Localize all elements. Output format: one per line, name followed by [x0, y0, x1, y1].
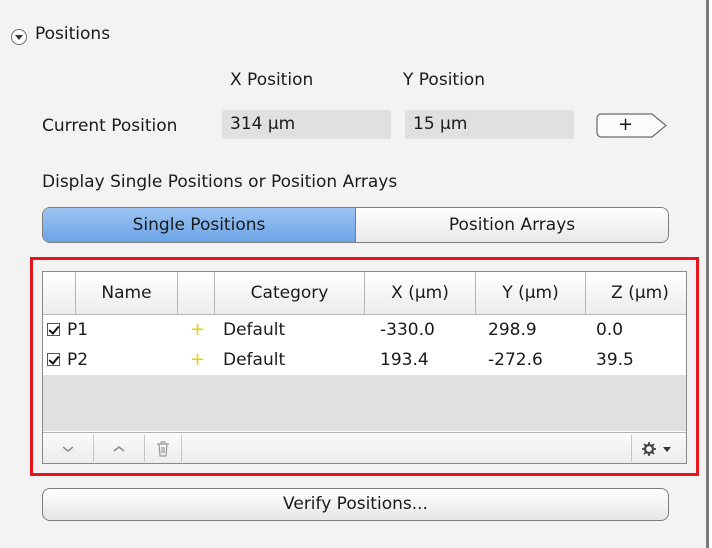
table-highlight-box	[30, 257, 699, 476]
tab-position-arrays[interactable]: Position Arrays	[356, 208, 668, 242]
tab-single-positions[interactable]: Single Positions	[43, 208, 356, 242]
positions-panel: Positions X Position Y Position Current …	[0, 0, 709, 548]
add-icon: +	[618, 114, 634, 135]
add-position-button[interactable]: +	[596, 113, 668, 138]
x-position-field[interactable]: 314 µm	[222, 110, 391, 139]
y-position-header: Y Position	[403, 70, 485, 90]
section-title: Positions	[35, 24, 111, 44]
x-position-header: X Position	[230, 70, 314, 90]
verify-positions-button[interactable]: Verify Positions...	[42, 488, 669, 521]
current-position-label: Current Position	[42, 116, 178, 136]
display-mode-toggle: Single Positions Position Arrays	[42, 207, 669, 243]
y-position-field[interactable]: 15 µm	[405, 110, 574, 139]
display-mode-label: Display Single Positions or Position Arr…	[42, 172, 398, 192]
collapse-toggle-icon[interactable]	[11, 29, 27, 45]
